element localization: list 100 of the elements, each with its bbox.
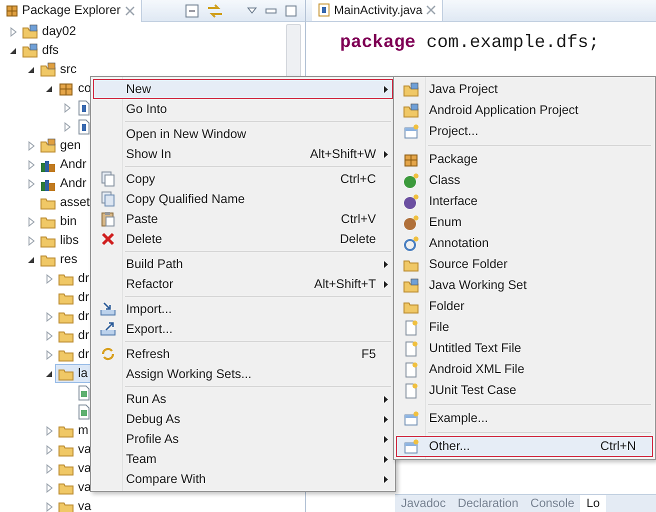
menu-item[interactable]: Interface <box>396 191 653 212</box>
menu-item[interactable]: Export... <box>93 319 393 339</box>
menu-item[interactable]: Annotation <box>396 233 653 254</box>
menu-item[interactable]: Android Application Project <box>396 100 653 121</box>
tree-item[interactable]: asset <box>37 193 93 212</box>
box-icon <box>403 152 419 168</box>
folder-icon <box>40 62 56 78</box>
menu-item[interactable]: Copy Ctrl+C <box>93 169 393 189</box>
menu-item[interactable]: Android XML File <box>396 359 653 380</box>
menu-item[interactable]: Compare With <box>93 469 393 489</box>
menu-item[interactable]: Assign Working Sets... <box>93 364 393 384</box>
menu-item[interactable]: Debug As <box>93 409 393 429</box>
menu-item[interactable]: Source Folder <box>396 254 653 275</box>
document-icon <box>403 382 419 398</box>
document-icon <box>100 171 116 187</box>
document-icon <box>403 340 419 356</box>
circle-icon <box>403 194 419 210</box>
tree-item[interactable]: day02 <box>19 22 80 41</box>
folder-icon <box>40 138 56 154</box>
box-icon <box>58 80 74 96</box>
tree-item[interactable]: va <box>55 478 94 497</box>
menu-item[interactable]: New <box>93 79 393 99</box>
menu-item[interactable]: Java Working Set <box>396 275 653 296</box>
menu-item[interactable]: Project... <box>396 121 653 142</box>
menu-item[interactable]: Paste Ctrl+V <box>93 209 393 229</box>
tree-item[interactable]: bin <box>37 212 80 231</box>
tree-item[interactable]: dr <box>55 307 92 326</box>
tree-item[interactable]: Andr <box>37 155 90 174</box>
menu-item[interactable]: Enum <box>396 212 653 233</box>
menu-item[interactable]: Open in New Window <box>93 124 393 144</box>
tree-item[interactable]: res <box>37 250 80 269</box>
close-icon[interactable] <box>124 6 135 16</box>
ring-icon <box>403 236 419 252</box>
menu-item[interactable]: Delete Delete <box>93 229 393 249</box>
close-icon[interactable] <box>426 5 436 15</box>
document-icon <box>76 404 92 420</box>
maximize-icon[interactable] <box>285 4 297 16</box>
menu-item[interactable]: Package <box>396 149 653 170</box>
code-line: package com.example.dfs; <box>340 32 600 55</box>
view-tab[interactable]: Lo <box>580 495 606 512</box>
tree-item[interactable]: gen <box>37 136 84 155</box>
circle-icon <box>403 172 419 188</box>
tree-item[interactable]: la <box>55 364 91 383</box>
tree-item[interactable]: m <box>55 421 92 440</box>
package-icon <box>6 4 18 16</box>
tree-item[interactable]: libs <box>37 231 82 250</box>
menu-item[interactable]: Example... <box>396 408 653 429</box>
document-icon <box>76 384 92 400</box>
tree-item[interactable]: va <box>55 440 94 459</box>
menu-item[interactable]: Untitled Text File <box>396 338 653 359</box>
arrows-icon <box>100 346 116 362</box>
menu-item[interactable]: Team <box>93 449 393 469</box>
menu-item[interactable]: Copy Qualified Name <box>93 189 393 209</box>
menu-item[interactable]: JUnit Test Case <box>396 380 653 401</box>
clipboard-icon <box>100 211 116 227</box>
folder-icon <box>22 24 38 40</box>
document-icon <box>403 362 419 378</box>
tray-icon <box>100 301 116 317</box>
menu-item[interactable]: Refactor Alt+Shift+T <box>93 274 393 294</box>
menu-item[interactable]: Class <box>396 170 653 191</box>
minimize-icon[interactable] <box>265 6 277 14</box>
tree-item[interactable]: src <box>37 60 80 79</box>
document-icon <box>403 320 419 336</box>
menu-item[interactable]: Profile As <box>93 429 393 449</box>
document-icon <box>76 118 92 134</box>
view-menu-icon[interactable] <box>247 6 257 14</box>
menu-item[interactable]: Refresh F5 <box>93 344 393 364</box>
tree-item[interactable]: dfs <box>19 41 62 60</box>
collapse-all-icon[interactable] <box>185 4 199 18</box>
document-icon <box>76 100 92 116</box>
tree-item[interactable]: dr <box>55 345 92 364</box>
menu-item[interactable]: Run As <box>93 389 393 409</box>
tree-item[interactable]: dr <box>55 288 92 307</box>
document-icon <box>403 438 419 454</box>
document-icon <box>100 191 116 207</box>
menu-item[interactable]: File <box>396 317 653 338</box>
tree-item[interactable]: va <box>55 459 94 478</box>
tray-icon <box>100 321 116 337</box>
circle-icon <box>403 214 419 230</box>
tree-item[interactable]: va <box>55 497 94 512</box>
sync-arrows-icon[interactable] <box>207 4 223 18</box>
folder-icon <box>403 82 419 98</box>
tree-item[interactable]: Andr <box>37 174 90 193</box>
tree-item[interactable]: dr <box>55 326 92 345</box>
menu-item[interactable]: Go Into <box>93 99 393 119</box>
folder-icon <box>22 42 38 58</box>
menu-item[interactable]: Show In Alt+Shift+W <box>93 144 393 164</box>
menu-item[interactable]: Other... Ctrl+N <box>396 436 653 457</box>
menu-item[interactable]: Import... <box>93 299 393 319</box>
folder-icon <box>403 278 419 294</box>
document-icon <box>403 410 419 426</box>
menu-item[interactable]: Java Project <box>396 79 653 100</box>
file-icon <box>318 3 330 17</box>
document-icon <box>403 124 419 140</box>
cross-icon <box>100 231 116 247</box>
tree-item[interactable]: dr <box>55 269 92 288</box>
menu-item[interactable]: Build Path <box>93 254 393 274</box>
panel-title: Package Explorer <box>22 2 121 20</box>
folder-icon <box>403 102 419 118</box>
menu-item[interactable]: Folder <box>396 296 653 317</box>
